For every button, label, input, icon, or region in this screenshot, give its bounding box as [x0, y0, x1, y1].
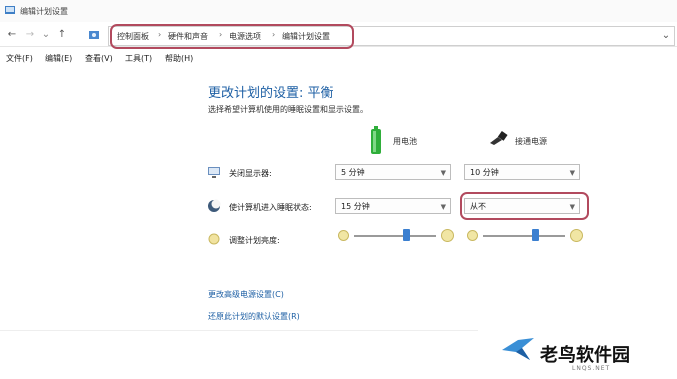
control-panel-location-icon — [89, 31, 99, 39]
dim-sun-icon — [467, 230, 478, 241]
chevron-down-icon: ▼ — [440, 203, 446, 211]
bird-logo-icon — [502, 338, 534, 360]
watermark-site: LNQS.NET — [572, 365, 611, 372]
brightness-plugged-track[interactable] — [483, 235, 565, 237]
turn-off-display-label: 关闭显示器: — [229, 169, 272, 178]
page-description: 选择希望计算机使用的睡眠设置和显示设置。 — [208, 105, 368, 114]
display-battery-value: 5 分钟 — [341, 168, 365, 177]
up-button[interactable]: ↑ — [56, 28, 68, 42]
page-title: 更改计划的设置: 平衡 — [208, 86, 334, 101]
title-bar — [0, 0, 677, 22]
recent-locations-dropdown[interactable]: ⌄ — [40, 28, 52, 42]
menu-edit[interactable]: 编辑(E) — [45, 53, 72, 64]
advanced-power-settings-link[interactable]: 更改高级电源设置(C) — [208, 289, 284, 300]
control-panel-icon — [5, 6, 15, 14]
bright-sun-icon — [570, 229, 583, 242]
menu-tools[interactable]: 工具(T) — [125, 53, 152, 64]
plugged-column-label: 接通电源 — [515, 137, 547, 146]
display-plugged-value: 10 分钟 — [470, 168, 499, 177]
sleep-label: 使计算机进入睡眠状态: — [229, 203, 312, 212]
brightness-label: 调整计划亮度: — [229, 236, 280, 245]
menu-view[interactable]: 查看(V) — [85, 53, 113, 64]
brightness-battery-track[interactable] — [354, 235, 436, 237]
battery-column-label: 用电池 — [393, 137, 417, 146]
breadcrumb-highlight — [110, 24, 354, 49]
sleep-battery-select[interactable]: 15 分钟 ▼ — [335, 198, 451, 214]
forward-button[interactable]: → — [24, 28, 36, 42]
address-dropdown-icon[interactable]: ⌄ — [660, 29, 672, 43]
restore-defaults-link[interactable]: 还原此计划的默认设置(R) — [208, 311, 300, 322]
bright-sun-icon — [441, 229, 454, 242]
menu-help[interactable]: 帮助(H) — [165, 53, 193, 64]
sleep-battery-value: 15 分钟 — [341, 202, 370, 211]
dim-sun-icon — [338, 230, 349, 241]
back-button[interactable]: ← — [6, 28, 18, 42]
plug-icon — [490, 131, 508, 145]
chevron-down-icon: ▼ — [569, 169, 575, 177]
watermark-brand: 老鸟软件园 — [540, 345, 630, 366]
menu-file[interactable]: 文件(F) — [6, 53, 33, 64]
display-battery-select[interactable]: 5 分钟 ▼ — [335, 164, 451, 180]
chevron-down-icon: ▼ — [440, 169, 446, 177]
brightness-icon — [208, 233, 220, 245]
brightness-battery-slider[interactable] — [402, 229, 410, 241]
display-icon — [208, 167, 220, 178]
battery-icon — [371, 126, 381, 154]
display-plugged-select[interactable]: 10 分钟 ▼ — [464, 164, 580, 180]
brightness-plugged-slider[interactable] — [531, 229, 539, 241]
sleep-icon — [208, 199, 221, 212]
sleep-plugged-highlight — [460, 192, 589, 220]
window-title: 编辑计划设置 — [20, 7, 68, 16]
